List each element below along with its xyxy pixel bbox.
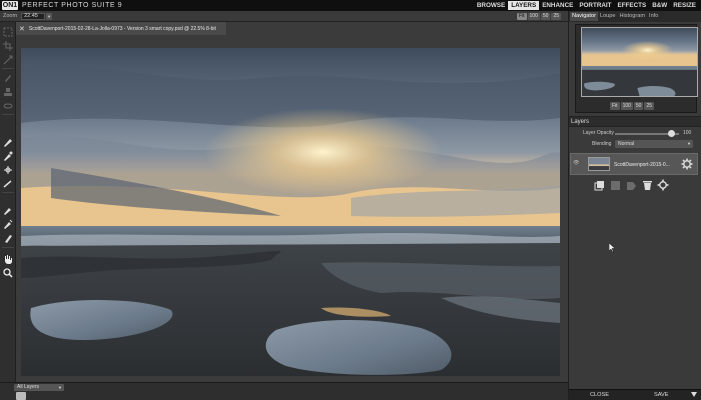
document-title: ScottDavenport-2015-02-28-La-Jolla-0973 … [28, 25, 216, 32]
layer-settings-gear-icon[interactable] [681, 158, 693, 170]
title-bar: ON1 PERFECT PHOTO SUITE 9 BROWSE LAYERS … [0, 0, 701, 11]
mouse-cursor-icon [609, 243, 615, 252]
layer-actions [593, 179, 669, 191]
nav-zoom-50[interactable]: 50 [633, 102, 644, 110]
layer-name: ScottDavenport-2015-0... [614, 162, 670, 168]
app-window: ON1 PERFECT PHOTO SUITE 9 BROWSE LAYERS … [0, 0, 701, 400]
clone-stamp-icon[interactable] [2, 86, 14, 97]
chevron-down-icon: ▼ [58, 385, 62, 390]
zoom-50-button[interactable]: 50 [540, 13, 551, 20]
module-resize[interactable]: RESIZE [670, 1, 699, 10]
image-canvas[interactable] [21, 48, 560, 376]
layers-section-title[interactable]: Layers [569, 116, 701, 127]
nav-zoom-fit[interactable]: Fit [610, 102, 620, 110]
zoom-25-button[interactable]: 25 [551, 13, 561, 20]
crop-tool-icon[interactable] [2, 40, 14, 51]
zoom-fit-button[interactable]: Fit [516, 13, 527, 20]
layer-opacity-label: Layer Opacity [583, 130, 614, 136]
new-layer-icon[interactable] [609, 179, 621, 191]
document-area: ✕ ScottDavenport-2015-02-28-La-Jolla-097… [16, 22, 568, 382]
navigator-zoom-buttons: Fit 100 50 25 [610, 102, 655, 110]
zoom-tool-icon[interactable] [2, 267, 14, 278]
document-tab[interactable]: ✕ ScottDavenport-2015-02-28-La-Jolla-097… [16, 22, 226, 35]
nav-zoom-25[interactable]: 25 [644, 102, 655, 110]
retouch-brush-icon[interactable] [2, 72, 14, 83]
module-switcher: BROWSE LAYERS ENHANCE PORTRAIT EFFECTS B… [474, 0, 699, 11]
app-title: PERFECT PHOTO SUITE 9 [22, 2, 123, 9]
blending-mode-value: Normal [618, 141, 635, 147]
gradient-mask-icon[interactable] [2, 164, 14, 175]
seascape-photo [21, 48, 560, 376]
masking-bug-icon[interactable] [2, 150, 14, 161]
zoom-100-button[interactable]: 100 [527, 13, 540, 20]
module-layers[interactable]: LAYERS [508, 1, 540, 10]
nav-zoom-100[interactable]: 100 [620, 102, 633, 110]
zoom-label: Zoom [3, 13, 18, 19]
layer-thumbnail [588, 157, 610, 171]
transform-tool-icon[interactable] [2, 54, 14, 65]
close-button[interactable]: CLOSE [590, 390, 609, 400]
refine-brush-icon[interactable] [2, 178, 14, 189]
tab-loupe[interactable]: Loupe [598, 12, 618, 21]
paint-brush-icon[interactable] [2, 232, 14, 243]
layer-opacity-handle[interactable] [668, 130, 675, 137]
module-effects[interactable]: EFFECTS [615, 1, 650, 10]
blending-mode-select[interactable]: Normal ▼ [615, 140, 693, 148]
layers-filter-select[interactable]: All Layers ▼ [14, 384, 64, 391]
module-portrait[interactable]: PORTRAIT [576, 1, 614, 10]
layers-filter-value: All Layers [17, 384, 39, 390]
module-enhance[interactable]: ENHANCE [539, 1, 576, 10]
right-panel: Navigator Loupe Histogram Info Fit 100 5… [568, 11, 701, 400]
tab-histogram[interactable]: Histogram [618, 12, 648, 21]
save-button[interactable]: SAVE [654, 390, 669, 400]
marquee-tool-icon[interactable] [2, 26, 14, 37]
tab-info[interactable]: Info [647, 12, 660, 21]
tool-palette [0, 22, 16, 390]
toolbar-divider [2, 68, 14, 69]
module-browse[interactable]: BROWSE [474, 1, 508, 10]
toolbar-divider [2, 192, 14, 193]
navigator-preview[interactable] [575, 24, 698, 113]
options-bar: Zoom 22.45 ▼ Fit 100 50 25 [0, 11, 568, 22]
on1-logo: ON1 [2, 1, 18, 10]
chisel-brush-icon[interactable] [2, 204, 14, 215]
preview-toggle-icon[interactable] [16, 392, 26, 400]
app-logo: ON1 PERFECT PHOTO SUITE 9 [0, 0, 122, 11]
healing-brush-icon[interactable] [2, 100, 14, 111]
close-document-icon[interactable]: ✕ [19, 25, 25, 33]
module-bw[interactable]: B&W [649, 1, 670, 10]
toolbar-divider [2, 114, 14, 115]
blending-label: Blending [592, 141, 612, 147]
panel-tabs: Navigator Loupe Histogram Info [569, 11, 701, 22]
zoom-buttons: Fit 100 50 25 [516, 13, 561, 20]
zoom-dropdown-icon[interactable]: ▼ [46, 12, 53, 20]
panel-footer: CLOSE SAVE [569, 389, 701, 400]
layer-visibility-icon[interactable]: 👁 [573, 160, 579, 166]
status-bar: All Layers ▼ [0, 382, 568, 400]
hand-tool-icon[interactable] [2, 253, 14, 264]
toolbar-divider [2, 247, 14, 248]
navigator-thumbnail[interactable] [581, 27, 698, 97]
navigator-image [582, 28, 697, 96]
delete-layer-icon[interactable] [641, 179, 653, 191]
layer-thumbnail-image [589, 158, 609, 170]
save-menu-chevron-icon[interactable] [691, 392, 697, 397]
layer-item[interactable]: 👁 ScottDavenport-2015-0... [570, 153, 698, 175]
zoom-field[interactable]: 22.45 [21, 12, 46, 20]
tab-navigator[interactable]: Navigator [570, 12, 598, 21]
layer-options-gear-icon[interactable] [657, 179, 669, 191]
layer-opacity-value[interactable]: 100 [683, 130, 691, 136]
masking-brush-icon[interactable] [2, 136, 14, 147]
merge-layers-icon[interactable] [625, 179, 637, 191]
duplicate-layer-icon[interactable] [593, 179, 605, 191]
blur-brush-icon[interactable] [2, 218, 14, 229]
chevron-down-icon: ▼ [687, 141, 691, 146]
